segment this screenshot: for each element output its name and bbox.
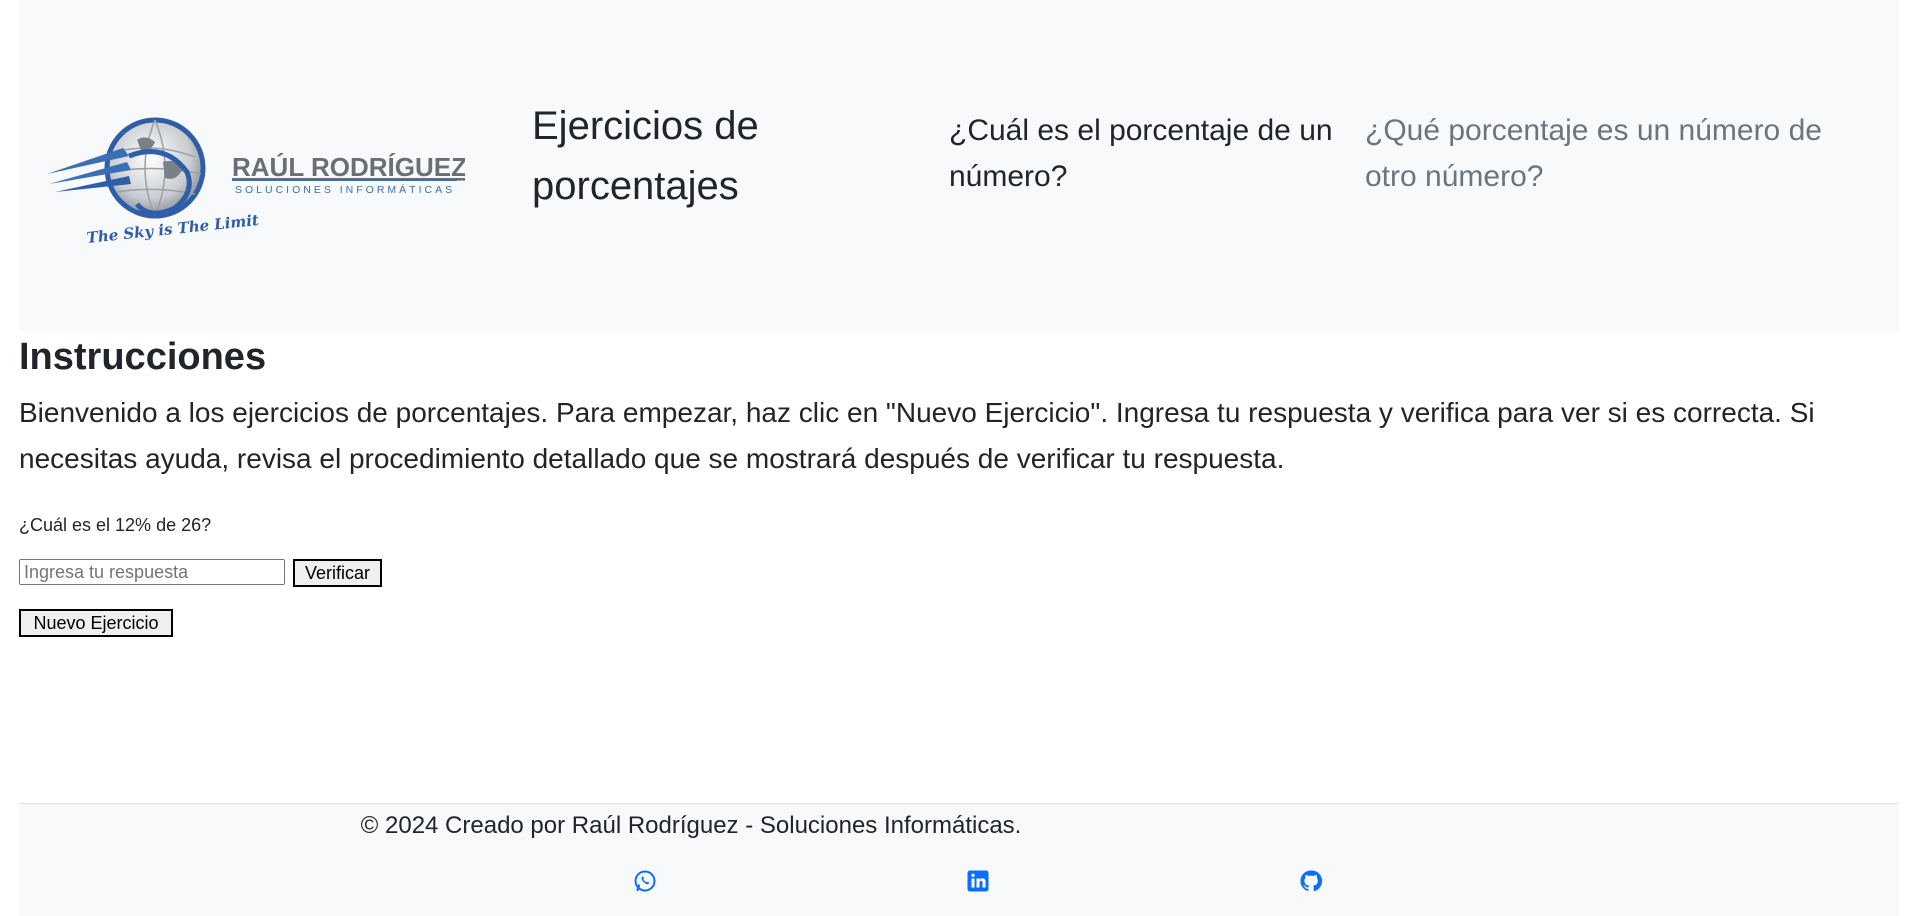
instructions-text: Bienvenido a los ejercicios de porcentaj…: [19, 397, 1815, 474]
logo-tagline: SOLUCIONES INFORMÁTICAS: [235, 183, 455, 196]
footer: © 2024 Creado por Raúl Rodríguez - Soluc…: [19, 803, 1899, 916]
footer-copyright: © 2024 Creado por Raúl Rodríguez - Soluc…: [360, 812, 1022, 839]
linkedin-icon[interactable]: [966, 869, 990, 893]
nav-link-percentage-of-number[interactable]: ¿Cuál es el porcentaje de un número?: [949, 108, 1349, 200]
exercise-question: ¿Cuál es el 12% de 26?: [19, 515, 212, 535]
globe-with-wing-logo-icon: RAÚL RODRÍGUEZ SOLUCIONES INFORMÁTICAS T…: [47, 117, 467, 247]
navbar: RAÚL RODRÍGUEZ SOLUCIONES INFORMÁTICAS T…: [19, 0, 1899, 331]
new-exercise-button[interactable]: Nuevo Ejercicio: [19, 609, 173, 637]
verify-button[interactable]: Verificar: [293, 559, 382, 587]
navbar-title[interactable]: Ejercicios de porcentajes: [532, 96, 892, 216]
logo-slogan: The Sky is The Limit: [86, 211, 260, 247]
instructions-heading: Instrucciones: [19, 336, 267, 378]
logo-name: RAÚL RODRÍGUEZ: [232, 152, 465, 182]
github-icon[interactable]: [1299, 869, 1323, 893]
nav-link-percentage-of-other-number[interactable]: ¿Qué porcentaje es un número de otro núm…: [1365, 108, 1845, 200]
answer-input[interactable]: [19, 559, 285, 585]
whatsapp-icon[interactable]: [633, 869, 657, 893]
brand-logo[interactable]: RAÚL RODRÍGUEZ SOLUCIONES INFORMÁTICAS T…: [45, 112, 467, 252]
